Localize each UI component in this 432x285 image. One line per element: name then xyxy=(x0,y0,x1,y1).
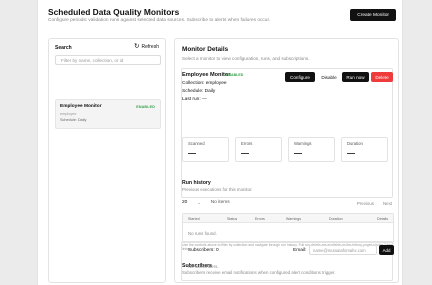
stat-warnings: Warnings — xyxy=(288,137,335,162)
refresh-button[interactable]: ↻ Refresh xyxy=(134,43,159,51)
page-size-value: 20 xyxy=(182,200,188,205)
page-subtitle: Configure periodic validation runs again… xyxy=(48,18,271,23)
chevron-down-icon: ⌄ xyxy=(197,200,201,205)
monitor-list-item[interactable]: Employee Monitor ENABLED employee Schedu… xyxy=(55,99,161,129)
stat-label: Duration xyxy=(347,141,363,146)
stat-value: — xyxy=(188,149,196,158)
stat-value: — xyxy=(294,149,302,158)
empty-runs-message: No runs found. xyxy=(188,231,217,236)
no-items-label: No items xyxy=(210,200,230,205)
create-monitor-button[interactable]: Create Monitor xyxy=(350,9,396,21)
stat-label: Scanned xyxy=(188,141,205,146)
add-subscriber-button[interactable]: Add xyxy=(379,245,394,255)
email-input[interactable]: name@mutuatafomahx.com xyxy=(309,245,377,255)
stat-value: — xyxy=(241,149,249,158)
pagination: Previous Next xyxy=(357,201,392,206)
subscribers-count: Subscribers: 0 xyxy=(188,248,219,253)
table-header: Started Status Errors Warnings Duration … xyxy=(183,214,393,223)
monitor-item-status-badge: ENABLED xyxy=(136,105,155,109)
details-subtitle: Select a monitor to view configuration, … xyxy=(182,56,310,61)
email-label: Email: xyxy=(293,248,307,253)
details-title: Monitor Details xyxy=(182,46,229,53)
stat-label: Warnings xyxy=(294,141,312,146)
stat-scanned: Scanned — xyxy=(182,137,229,162)
refresh-icon: ↻ xyxy=(134,43,140,50)
filter-input[interactable]: Filter by name, collection, or id xyxy=(55,55,161,65)
empty-subscribers-message: No subscribers. xyxy=(188,264,219,269)
page-title: Scheduled Data Quality Monitors xyxy=(48,7,180,17)
monitor-schedule: Schedule: Daily xyxy=(182,89,216,94)
column-header: Started xyxy=(188,216,200,221)
run-history-table: Started Status Errors Warnings Duration … xyxy=(182,213,394,243)
monitor-last-run: Last run: — xyxy=(182,97,207,102)
stat-label: Errors xyxy=(241,141,253,146)
run-history-subtitle: Previous executions for this monitor. xyxy=(182,187,253,192)
configure-button[interactable]: Configure xyxy=(285,72,315,82)
page-size-select[interactable]: 20 ⌄ No items xyxy=(182,200,230,205)
column-header: Warnings xyxy=(286,216,302,221)
previous-button[interactable]: Previous xyxy=(357,201,374,206)
stat-value: — xyxy=(347,149,355,158)
stat-duration: Duration — xyxy=(341,137,388,162)
column-header: Details xyxy=(377,216,388,221)
disable-button[interactable]: Disable xyxy=(318,72,340,82)
delete-button[interactable]: Delete xyxy=(371,72,393,82)
monitor-list-panel: Search ↻ Refresh Filter by name, collect… xyxy=(48,38,166,283)
run-history-title: Run history xyxy=(182,180,211,186)
monitor-item-collection: employee xyxy=(60,112,77,116)
monitor-name: Employee Monitor xyxy=(182,72,231,78)
monitor-item-name: Employee Monitor xyxy=(60,104,102,109)
column-header: Duration xyxy=(329,216,343,221)
column-header: Errors xyxy=(255,216,265,221)
next-button[interactable]: Next xyxy=(383,201,392,206)
monitor-status-badge: ENABLED xyxy=(226,73,244,77)
refresh-label: Refresh xyxy=(141,44,159,51)
page: Scheduled Data Quality Monitors Configur… xyxy=(37,0,403,285)
monitor-item-schedule: Schedule: Daily xyxy=(60,118,87,122)
monitor-summary-card xyxy=(181,68,393,198)
column-header: Status xyxy=(227,216,238,221)
monitor-collection: Collection: employee xyxy=(182,81,227,86)
stat-errors: Errors — xyxy=(235,137,282,162)
run-now-button[interactable]: Run now xyxy=(342,72,369,82)
search-label: Search xyxy=(55,45,72,51)
